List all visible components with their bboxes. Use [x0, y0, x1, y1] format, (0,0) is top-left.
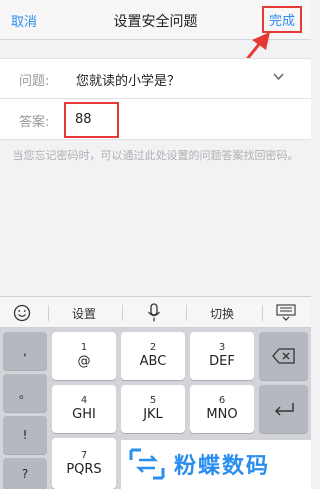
- key-question[interactable]: ?: [3, 458, 47, 489]
- key-period[interactable]: 。: [3, 374, 47, 412]
- emoji-icon[interactable]: [4, 297, 40, 329]
- question-select[interactable]: 您就读的小学是？: [76, 70, 180, 89]
- microphone-icon[interactable]: [134, 297, 174, 329]
- key-6[interactable]: 6 MNO: [190, 385, 254, 433]
- backspace-key[interactable]: [259, 332, 308, 380]
- watermark: 粉蝶数码: [121, 440, 311, 489]
- question-row[interactable]: 问题: 您就读的小学是？: [0, 59, 311, 99]
- question-label: 问题:: [19, 74, 50, 89]
- keyboard-toolbar: 设置 切换: [0, 296, 311, 328]
- hint-text: 当您忘记密码时，可以通过此处设置的问题答案找回密码。: [12, 149, 299, 162]
- answer-label: 答案:: [19, 115, 50, 130]
- enter-key[interactable]: [259, 385, 308, 433]
- keyboard-settings-button[interactable]: 设置: [56, 297, 112, 329]
- chevron-down-icon[interactable]: [273, 73, 284, 81]
- keyboard-collapse-icon[interactable]: [268, 297, 304, 329]
- watermark-logo-icon: [129, 448, 165, 480]
- answer-row: 答案: 88: [0, 100, 311, 140]
- key-3[interactable]: 3 DEF: [190, 332, 254, 380]
- key-4[interactable]: 4 GHI: [52, 385, 116, 433]
- answer-highlight: 88: [64, 102, 119, 138]
- key-5[interactable]: 5 JKL: [121, 385, 185, 433]
- key-7[interactable]: 7 PQRS: [52, 438, 116, 489]
- keyboard-switch-button[interactable]: 切换: [194, 297, 250, 329]
- key-1[interactable]: 1 @: [52, 332, 116, 380]
- enter-icon: [274, 403, 294, 416]
- answer-input[interactable]: 88: [75, 112, 92, 127]
- done-button[interactable]: 完成: [262, 6, 302, 33]
- backspace-icon: [271, 348, 295, 364]
- key-exclamation[interactable]: !: [3, 416, 47, 454]
- security-question-form: 问题: 您就读的小学是？ 答案: 88: [0, 58, 311, 140]
- key-2[interactable]: 2 ABC: [121, 332, 185, 380]
- watermark-text: 粉蝶数码: [174, 454, 271, 479]
- key-comma[interactable]: ,: [3, 332, 47, 370]
